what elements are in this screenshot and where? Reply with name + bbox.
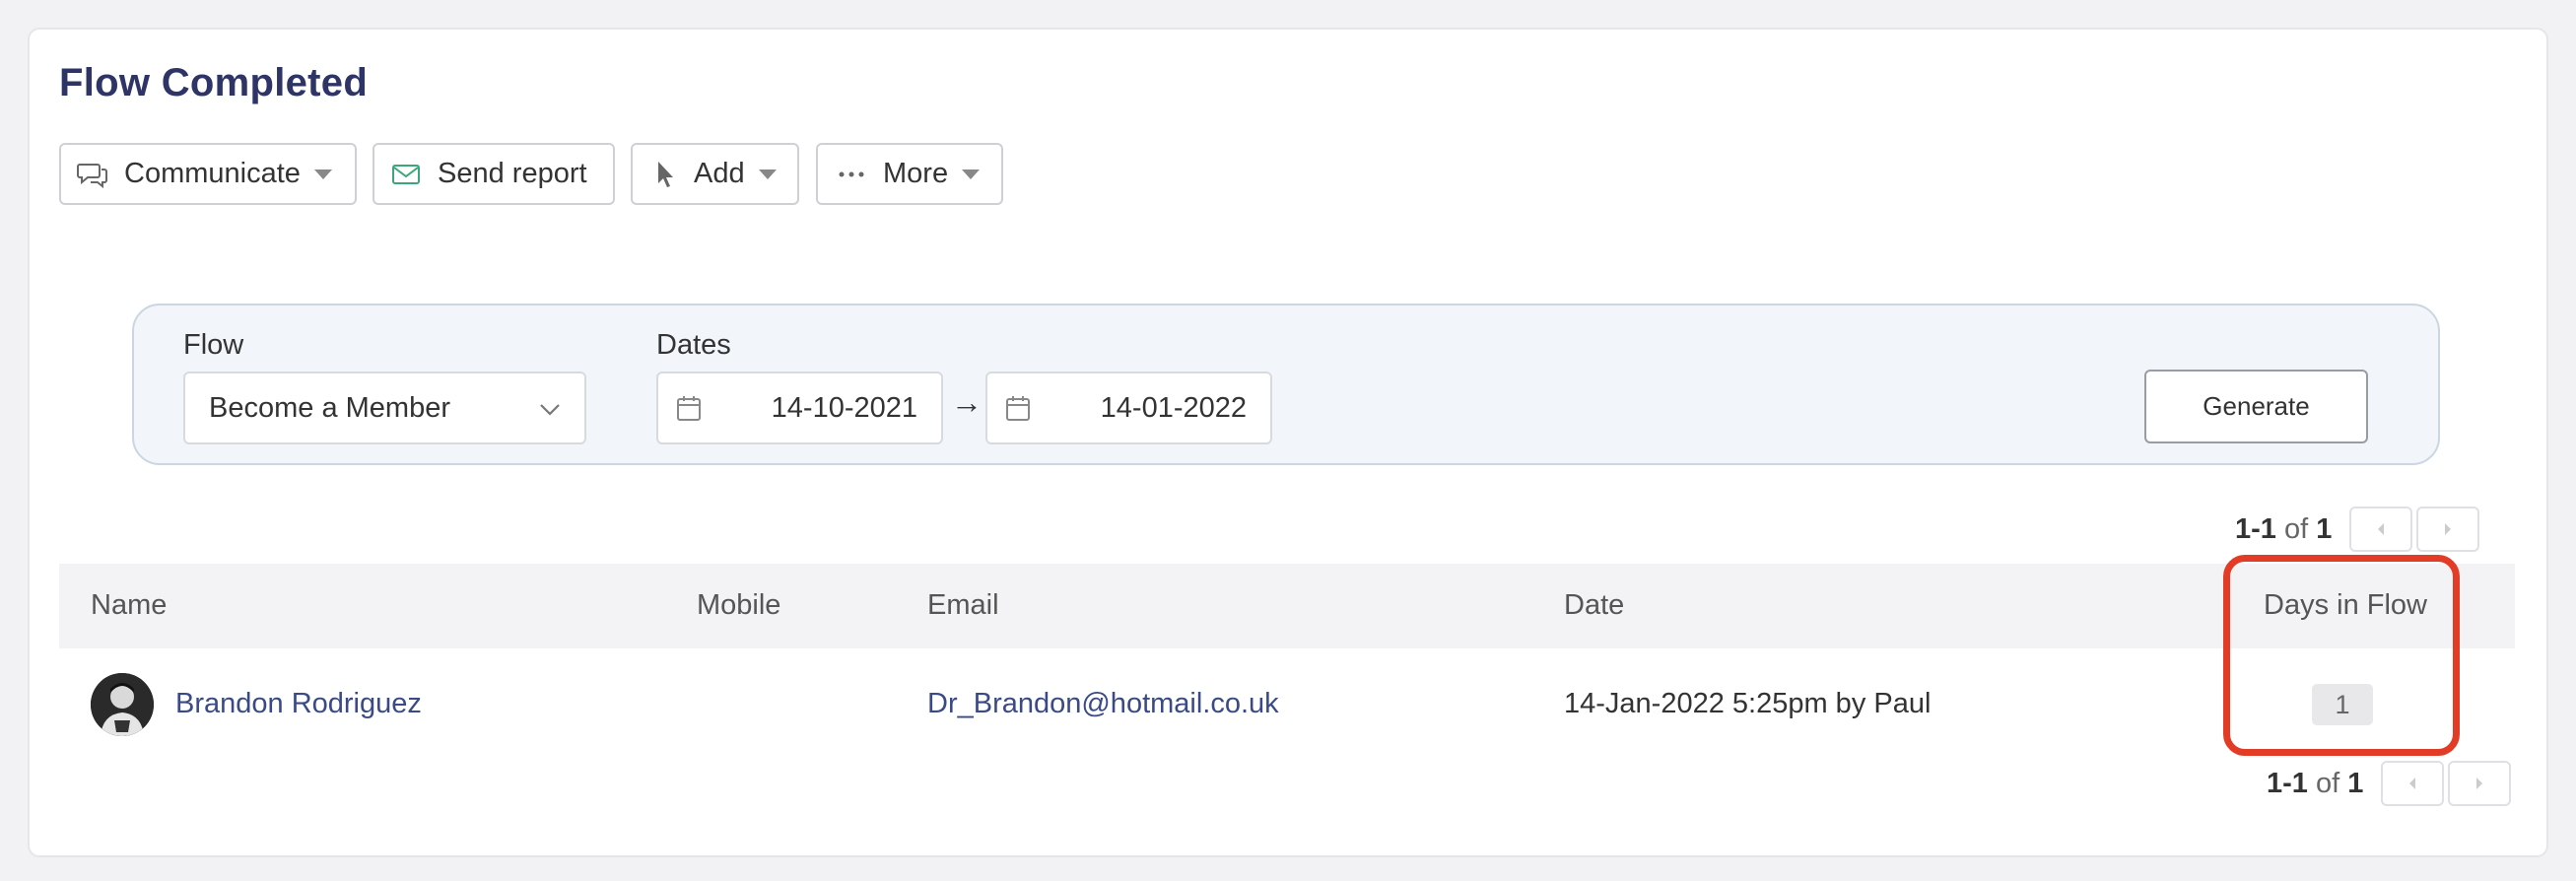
send-report-button[interactable]: Send report bbox=[373, 143, 615, 205]
column-header-email[interactable]: Email bbox=[927, 589, 999, 622]
prev-page-icon bbox=[2409, 778, 2416, 789]
ellipsis-icon bbox=[836, 159, 867, 190]
chevron-down-icon bbox=[758, 169, 777, 179]
flow-select[interactable]: Become a Member bbox=[183, 372, 586, 444]
add-label: Add bbox=[694, 158, 745, 189]
prev-page-button[interactable] bbox=[2381, 761, 2445, 806]
chevron-down-icon bbox=[539, 392, 561, 425]
send-report-label: Send report bbox=[438, 158, 587, 189]
pagination-total: 1 bbox=[2347, 767, 2364, 799]
pagination-total: 1 bbox=[2316, 512, 2333, 545]
communicate-label: Communicate bbox=[124, 158, 301, 189]
prev-page-button[interactable] bbox=[2349, 507, 2413, 552]
generate-button[interactable]: Generate bbox=[2144, 370, 2368, 443]
next-page-icon bbox=[2445, 523, 2452, 535]
chat-icon bbox=[77, 159, 108, 190]
dates-label: Dates bbox=[656, 329, 731, 361]
page-title: Flow Completed bbox=[59, 61, 369, 104]
mail-icon bbox=[390, 159, 422, 190]
chevron-down-icon bbox=[313, 169, 332, 179]
date-to-value: 14-01-2022 bbox=[1100, 391, 1247, 424]
cursor-icon bbox=[654, 159, 676, 190]
chevron-down-icon bbox=[962, 169, 981, 179]
date-from-input[interactable]: 14-10-2021 bbox=[656, 372, 943, 444]
more-button[interactable]: More bbox=[816, 143, 1003, 205]
pagination-of: of bbox=[2315, 767, 2340, 799]
days-in-flow-badge: 1 bbox=[2312, 684, 2373, 725]
date-from-value: 14-10-2021 bbox=[771, 391, 917, 424]
more-label: More bbox=[883, 158, 949, 189]
column-header-days-in-flow[interactable]: Days in Flow bbox=[2264, 589, 2427, 622]
next-page-button[interactable] bbox=[2448, 761, 2512, 806]
contact-name-link[interactable]: Brandon Rodriguez bbox=[175, 688, 422, 720]
date-range-arrow: → bbox=[951, 384, 983, 420]
pagination-range: 1-1 bbox=[2235, 512, 2276, 545]
pagination-bottom: 1-1 of 1 bbox=[2267, 761, 2512, 806]
flow-select-value: Become a Member bbox=[209, 391, 450, 424]
contact-email-link[interactable]: Dr_Brandon@hotmail.co.uk bbox=[927, 688, 1279, 720]
table-header bbox=[59, 564, 2515, 648]
completion-date: 14-Jan-2022 5:25pm by Paul bbox=[1564, 688, 1932, 719]
date-to-input[interactable]: 14-01-2022 bbox=[985, 372, 1272, 444]
column-header-date[interactable]: Date bbox=[1564, 589, 1624, 622]
column-header-mobile[interactable]: Mobile bbox=[697, 589, 780, 622]
column-header-name[interactable]: Name bbox=[91, 589, 167, 622]
calendar-icon bbox=[676, 394, 702, 422]
pagination-top: 1-1 of 1 bbox=[2235, 507, 2480, 552]
prev-page-icon bbox=[2378, 523, 2385, 535]
calendar-icon bbox=[1005, 394, 1031, 422]
flow-label: Flow bbox=[183, 329, 244, 361]
pagination-range: 1-1 bbox=[2267, 767, 2308, 799]
pagination-of: of bbox=[2283, 512, 2309, 545]
communicate-button[interactable]: Communicate bbox=[59, 143, 357, 205]
add-button[interactable]: Add bbox=[631, 143, 799, 205]
next-page-button[interactable] bbox=[2416, 507, 2480, 552]
next-page-icon bbox=[2476, 778, 2483, 789]
avatar bbox=[91, 673, 154, 736]
